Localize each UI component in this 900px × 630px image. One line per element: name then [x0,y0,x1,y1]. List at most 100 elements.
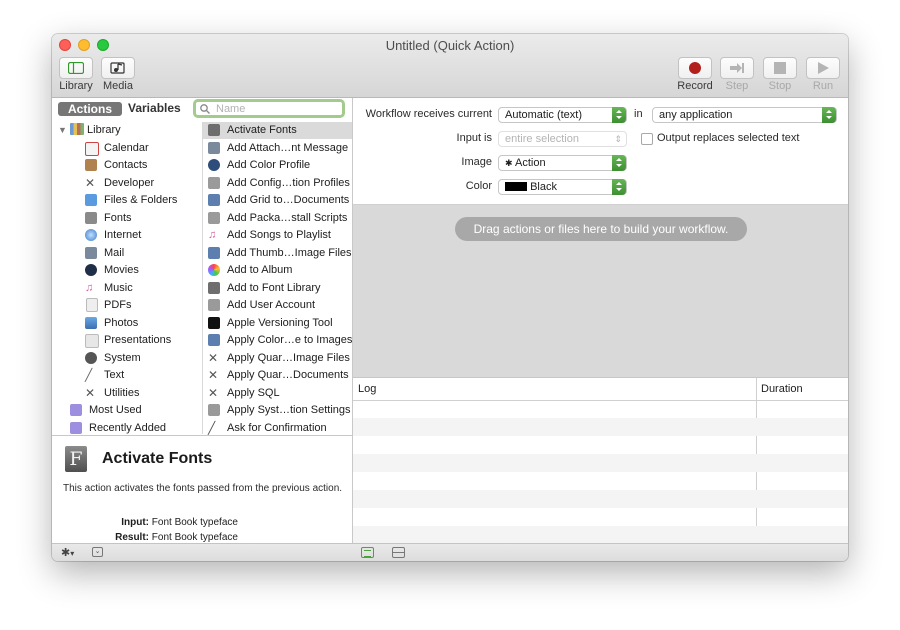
chevron-down-icon: ▾ [70,549,75,558]
preview-icon [208,246,220,259]
search-input[interactable]: Name [216,103,245,115]
color-value: Black [530,181,557,193]
play-icon [818,62,829,74]
tab-actions[interactable]: Actions [58,102,122,116]
tools-icon: ✕ [208,368,219,382]
log-row-stripe [353,526,848,544]
photos-flower-icon [208,264,220,276]
description-toggle-button[interactable]: ⌄ [92,547,103,557]
automator-robot-icon [208,404,220,416]
media-icon [110,62,125,74]
action-description: F Activate Fonts This action activates t… [52,435,352,544]
sidebar-icon [68,62,84,74]
drop-hint: Drag actions or files here to build your… [455,217,747,241]
library-root[interactable]: ▼ Library [58,122,121,139]
list-icon [364,550,371,557]
popup-arrows-icon [822,107,836,123]
input-is-label: Input is [456,132,492,144]
music-note-icon: ♫ [208,229,217,241]
globe-icon [85,229,97,241]
disclosure-triangle-icon: ▼ [58,125,67,135]
media-label: Media [103,80,133,92]
automator-robot-icon [208,176,220,189]
popup-arrows-icon [612,179,626,195]
split-icon [393,552,404,553]
workflow-area: Workflow receives current Automatic (tex… [353,98,848,544]
font-book-icon [85,211,97,224]
receives-label: Workflow receives current [365,108,492,120]
search-icon [200,104,210,114]
description-title: Activate Fonts [102,450,213,467]
input-is-popup[interactable]: entire selection ⇕ [498,131,627,147]
automator-window: Untitled (Quick Action) Library Media Re… [52,34,848,561]
application-popup[interactable]: any application [652,107,837,123]
log-row-stripe [353,490,848,508]
gear-icon: ✱ [505,158,513,168]
smart-folder-icon [70,421,82,434]
font-book-icon: F [65,446,87,472]
font-book-icon [208,124,220,136]
window-title: Untitled (Quick Action) [385,38,515,53]
list-view-button[interactable] [361,547,374,558]
input-value: Font Book typeface [151,517,238,528]
image-value: Action [515,157,546,169]
in-label: in [634,108,643,120]
actions-list: Activate Fonts Add Attach…nt Message Add… [203,122,352,434]
workflow-canvas[interactable]: Drag actions or files here to build your… [353,205,848,377]
chevron-updown-icon: ⇕ [614,134,622,144]
magic-wand-icon: ╱ [208,420,216,435]
library-pane: Actions Variables Name ▼ Library Calenda… [52,98,353,544]
automator-robot-icon [208,299,220,311]
search-field[interactable]: Name [193,99,345,118]
log-header: Log Duration [353,378,848,544]
text-pen-icon: ╱ [85,368,93,382]
workflow-config: Workflow receives current Automatic (tex… [353,98,848,205]
run-button[interactable] [806,57,840,79]
stop-icon [774,62,786,74]
folder-icon [85,194,97,206]
mail-icon [208,141,220,154]
action-menu-button[interactable]: ✱▾ [61,546,74,559]
record-icon [689,62,701,74]
media-button[interactable] [101,57,135,79]
tools-icon: ✕ [85,175,96,190]
chevron-down-icon: ⌄ [94,548,101,555]
tab-variables[interactable]: Variables [128,101,181,115]
terminal-icon [208,316,220,329]
preview-icon [208,334,220,346]
log-row-stripe [353,418,848,436]
input-label: Input: [121,517,149,528]
preview-icon [208,194,220,206]
tools-icon: ✕ [208,385,219,400]
quicktime-icon [85,264,97,276]
library-button[interactable] [59,57,93,79]
log-row-stripe [353,454,848,472]
stop-button[interactable] [763,57,797,79]
stop-label: Stop [768,80,792,92]
bottom-bar: ✱▾ ⌄ [52,543,848,561]
color-label: Color [465,180,492,192]
step-button[interactable] [720,57,754,79]
record-button[interactable] [678,57,712,79]
split-view-button[interactable] [392,547,405,558]
output-replaces-label: Output replaces selected text [657,132,800,144]
image-popup[interactable]: ✱ Action [498,155,627,171]
output-replaces-checkbox[interactable] [641,133,653,145]
application-value: any application [659,109,733,121]
input-is-value: entire selection [505,133,579,145]
color-popup[interactable]: Black [498,179,627,195]
utilities-tools-icon: ✕ [85,385,96,400]
colorsync-icon [208,159,220,171]
description-text: This action activates the fonts passed f… [63,483,343,494]
result-value: Font Book typeface [151,532,238,543]
calendar-icon [85,141,99,156]
gear-icon: ✱ [61,547,71,559]
log-column-header[interactable]: Log [358,383,376,395]
receives-popup[interactable]: Automatic (text) [498,107,627,123]
duration-column-header[interactable]: Duration [761,383,803,395]
log-table: Log Duration [353,377,848,544]
color-swatch [505,182,527,191]
smart-folder-icon [70,404,82,416]
image-label: Image [461,156,492,168]
contacts-icon [85,159,97,171]
